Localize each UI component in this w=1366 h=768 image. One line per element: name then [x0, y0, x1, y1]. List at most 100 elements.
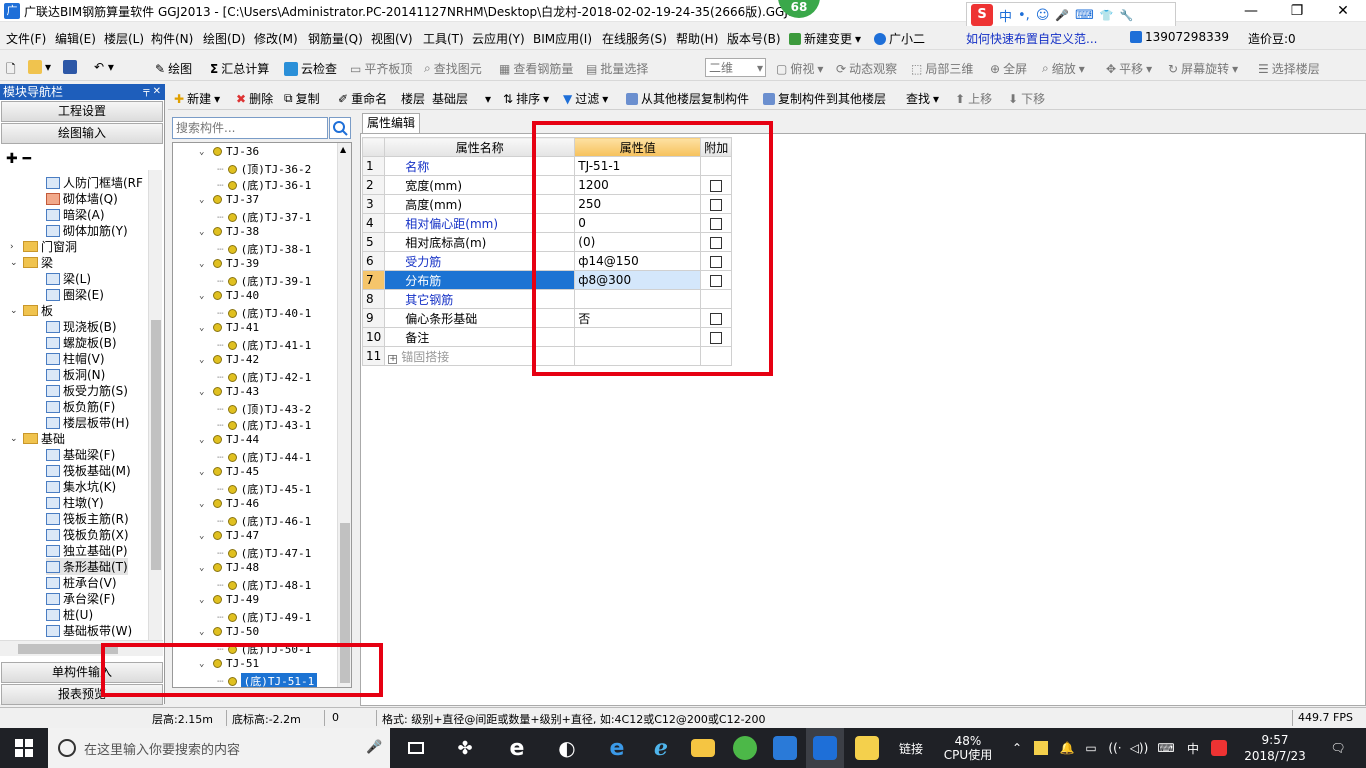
menu-cloud[interactable]: 云应用(Y): [472, 30, 525, 47]
top-view-button[interactable]: ▢ 俯视 ▾: [776, 60, 823, 77]
delete-button[interactable]: ✖ 删除: [236, 90, 273, 107]
menu-component[interactable]: 构件(N): [151, 30, 193, 47]
open-folder-icon[interactable]: ▾: [28, 60, 51, 74]
scroll-up-icon[interactable]: ▲: [340, 145, 346, 154]
expand-plus-icon[interactable]: +: [388, 354, 398, 364]
find-button[interactable]: 查找 ▾: [906, 90, 939, 107]
tree-group[interactable]: ⌄ TJ-40: [199, 289, 259, 302]
component-search-input[interactable]: 搜索构件...: [172, 117, 328, 139]
new-component-button[interactable]: ✚ 新建 ▾: [174, 90, 220, 107]
row-number[interactable]: 11: [361, 346, 386, 366]
tree-leaf[interactable]: ┄ (底)TJ-38-1: [217, 241, 311, 257]
ie-app-icon[interactable]: ℯ: [642, 728, 680, 768]
tree-leaf[interactable]: ┄ (底)TJ-37-1: [217, 209, 311, 225]
floor-select[interactable]: 基础层 ▾: [432, 90, 491, 107]
nav-item[interactable]: 筏板基础(M): [46, 462, 131, 479]
menu-draw[interactable]: 绘图(D): [203, 30, 246, 47]
tray-expand-icon[interactable]: ⌃: [1008, 728, 1026, 768]
menu-online[interactable]: 在线服务(S): [602, 30, 667, 47]
dynamic-view-button[interactable]: ⟳ 动态观察: [836, 60, 897, 77]
keyboard-tray-icon[interactable]: ⌨: [1152, 728, 1180, 768]
nav-item[interactable]: 梁(L): [46, 270, 91, 287]
tree-group[interactable]: ⌄ TJ-48: [199, 561, 259, 574]
wrench-icon[interactable]: 🔧: [1120, 9, 1134, 22]
nav-item[interactable]: 基础板带(W): [46, 622, 132, 639]
guangxiaoer-button[interactable]: 广小二: [874, 30, 925, 47]
nav-group-slab[interactable]: ⌄ 板: [10, 302, 53, 319]
account-button[interactable]: 13907298339: [1130, 30, 1229, 44]
new-file-icon[interactable]: 🗋: [6, 60, 16, 81]
nav-item[interactable]: 板洞(N): [46, 366, 105, 383]
tree-group[interactable]: ⌄ TJ-43: [199, 385, 259, 398]
nav-scrollbar[interactable]: [148, 170, 162, 640]
tree-leaf[interactable]: ┄ (底)TJ-44-1: [217, 449, 311, 465]
tree-leaf[interactable]: ┄ (底)TJ-39-1: [217, 273, 311, 289]
wifi-icon[interactable]: ((·: [1104, 728, 1126, 768]
tree-group[interactable]: ⌄ TJ-41: [199, 321, 259, 334]
nav-item[interactable]: 暗梁(A): [46, 206, 105, 223]
find-element-button[interactable]: ⌕ 查找图元: [424, 60, 482, 77]
notes-app-icon[interactable]: [848, 728, 886, 768]
menu-help[interactable]: 帮助(H): [676, 30, 718, 47]
green-app-icon[interactable]: [726, 728, 764, 768]
action-center-icon[interactable]: 🗨: [1318, 728, 1358, 768]
file-explorer-icon[interactable]: [684, 728, 722, 768]
windows-start-button[interactable]: [0, 728, 48, 768]
sort-button[interactable]: ⇅ 排序 ▾: [503, 90, 549, 107]
tab-property-edit[interactable]: 属性编辑: [362, 113, 420, 133]
undo-icon[interactable]: ↶ ▾: [94, 60, 114, 74]
ime-lang[interactable]: 中: [999, 6, 1012, 25]
nav-item-strip-foundation[interactable]: 条形基础(T): [46, 558, 128, 575]
flat-top-button[interactable]: ▭ 平齐板顶: [350, 60, 412, 77]
select-floor-button[interactable]: ☰ 选择楼层: [1258, 60, 1320, 77]
draw-button[interactable]: ✎ 绘图: [155, 60, 192, 77]
tree-group[interactable]: ⌄ TJ-36: [199, 145, 259, 158]
nav-item[interactable]: 基础梁(F): [46, 446, 115, 463]
nav-item[interactable]: 集水坑(K): [46, 478, 116, 495]
row-number[interactable]: 5: [361, 232, 386, 252]
tree-group[interactable]: ⌄ TJ-45: [199, 465, 259, 478]
screen-rotate-button[interactable]: ↻ 屏幕旋转 ▾: [1168, 60, 1238, 77]
menu-tools[interactable]: 工具(T): [423, 30, 464, 47]
close-button[interactable]: ✕: [1320, 0, 1366, 22]
menu-version[interactable]: 版本号(B): [727, 30, 781, 47]
tray-app-icon[interactable]: [1030, 728, 1052, 768]
tree-leaf[interactable]: ┄ (底)TJ-47-1: [217, 545, 311, 561]
edge-app-icon[interactable]: e: [498, 728, 536, 768]
menu-floor[interactable]: 楼层(L): [104, 30, 144, 47]
nav-item[interactable]: 圈梁(E): [46, 286, 104, 303]
tree-leaf[interactable]: ┄ (底)TJ-46-1: [217, 513, 311, 529]
tree-group[interactable]: ⌄ TJ-47: [199, 529, 259, 542]
tree-group[interactable]: ⌄ TJ-38: [199, 225, 259, 238]
tree-leaf[interactable]: ┄ (底)TJ-49-1: [217, 609, 311, 625]
pin-close-icon[interactable]: ╤ ✕: [143, 84, 161, 100]
maximize-button[interactable]: ❐: [1274, 0, 1320, 22]
notification-bell-icon[interactable]: 🔔: [1056, 728, 1078, 768]
nav-item[interactable]: 桩承台(V): [46, 574, 117, 591]
tree-group[interactable]: ⌄ TJ-44: [199, 433, 259, 446]
tree-leaf[interactable]: ┄ (底)TJ-45-1: [217, 481, 311, 497]
nav-item[interactable]: 柱墩(Y): [46, 494, 104, 511]
row-number[interactable]: 2: [361, 175, 386, 195]
nav-item[interactable]: 桩(U): [46, 606, 93, 623]
help-link[interactable]: 如何快速布置自定义范...: [966, 30, 1097, 47]
nav-scroll-thumb[interactable]: [151, 320, 161, 570]
tree-group[interactable]: ⌄ TJ-37: [199, 193, 259, 206]
copy-button[interactable]: ⧉ 复制: [284, 90, 320, 107]
row-number[interactable]: 10: [361, 327, 386, 347]
row-number[interactable]: 4: [361, 213, 386, 233]
expand-collapse-icons[interactable]: ✚ ━: [6, 151, 31, 167]
cost-beans[interactable]: 造价豆:0: [1248, 30, 1296, 47]
row-number[interactable]: 6: [361, 251, 386, 271]
nav-group-foundation[interactable]: ⌄ 基础: [10, 430, 65, 447]
copy-to-floor-button[interactable]: 复制构件到其他楼层: [763, 90, 886, 107]
sum-calc-button[interactable]: Σ 汇总计算: [210, 60, 269, 77]
project-settings-button[interactable]: 工程设置: [1, 101, 163, 122]
sogou-tray-icon[interactable]: [1208, 728, 1230, 768]
task-view-icon[interactable]: [398, 728, 434, 768]
tree-leaf[interactable]: ┄ (顶)TJ-36-2: [217, 161, 311, 177]
save-icon[interactable]: [63, 60, 77, 74]
tree-group[interactable]: ⌄ TJ-46: [199, 497, 259, 510]
view-mode-select[interactable]: 二维 ▾: [705, 58, 766, 77]
filter-button[interactable]: ▼ 过滤 ▾: [563, 90, 608, 107]
